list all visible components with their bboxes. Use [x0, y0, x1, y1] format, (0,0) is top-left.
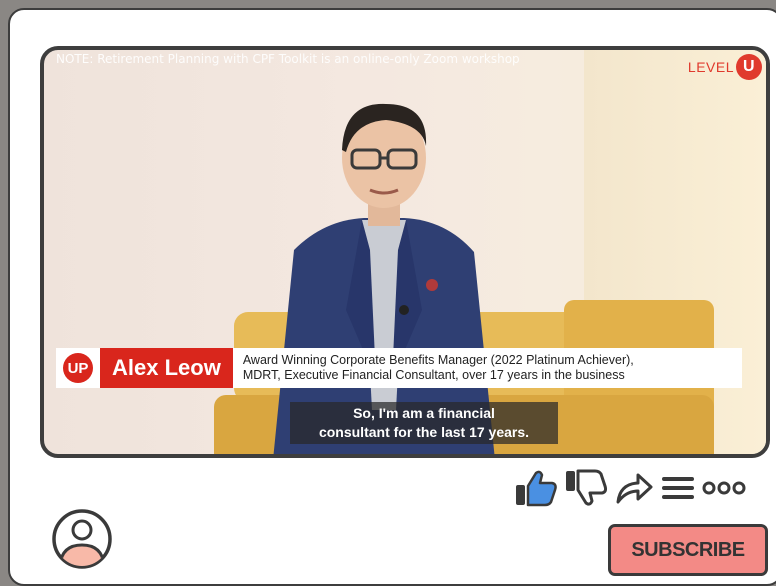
speaker-description: Award Winning Corporate Benefits Manager…: [232, 348, 742, 388]
speaker-description-line2: MDRT, Executive Financial Consultant, ov…: [242, 368, 625, 382]
up-logo-icon: UP: [63, 353, 93, 383]
channel-watermark: LEVEL U: [688, 54, 762, 80]
video-card: NOTE: Retirement Planning with CPF Toolk…: [8, 8, 776, 586]
video-caption: So, I'm am a financial consultant for th…: [290, 402, 558, 444]
more-icon: [702, 481, 746, 495]
share-button[interactable]: [614, 470, 654, 506]
speaker-name: Alex Leow: [100, 348, 233, 388]
thumbs-down-icon: [566, 469, 608, 506]
menu-icon: [662, 477, 694, 499]
caption-line1: So, I'm am a financial: [353, 405, 495, 421]
watermark-text: LEVEL: [687, 59, 734, 75]
user-avatar-icon: [52, 509, 112, 569]
save-to-playlist-button[interactable]: [660, 473, 696, 503]
subscribe-button[interactable]: SUBSCRIBE: [608, 524, 768, 576]
lower-third-logo: UP: [56, 348, 100, 388]
channel-avatar[interactable]: [50, 507, 114, 571]
share-icon: [616, 473, 653, 504]
lower-third-banner: UP Alex Leow Award Winning Corporate Ben…: [56, 348, 742, 388]
video-actions: [514, 468, 770, 508]
video-player[interactable]: NOTE: Retirement Planning with CPF Toolk…: [40, 46, 770, 458]
more-options-button[interactable]: [702, 478, 746, 498]
watermark-badge: U: [736, 54, 762, 80]
thumbs-up-icon: [516, 470, 557, 507]
dislike-button[interactable]: [564, 469, 608, 507]
like-button[interactable]: [514, 469, 558, 507]
caption-line2: consultant for the last 17 years.: [318, 424, 530, 440]
speaker-description-line1: Award Winning Corporate Benefits Manager…: [242, 353, 634, 367]
workshop-notice: NOTE: Retirement Planning with CPF Toolk…: [56, 52, 520, 66]
